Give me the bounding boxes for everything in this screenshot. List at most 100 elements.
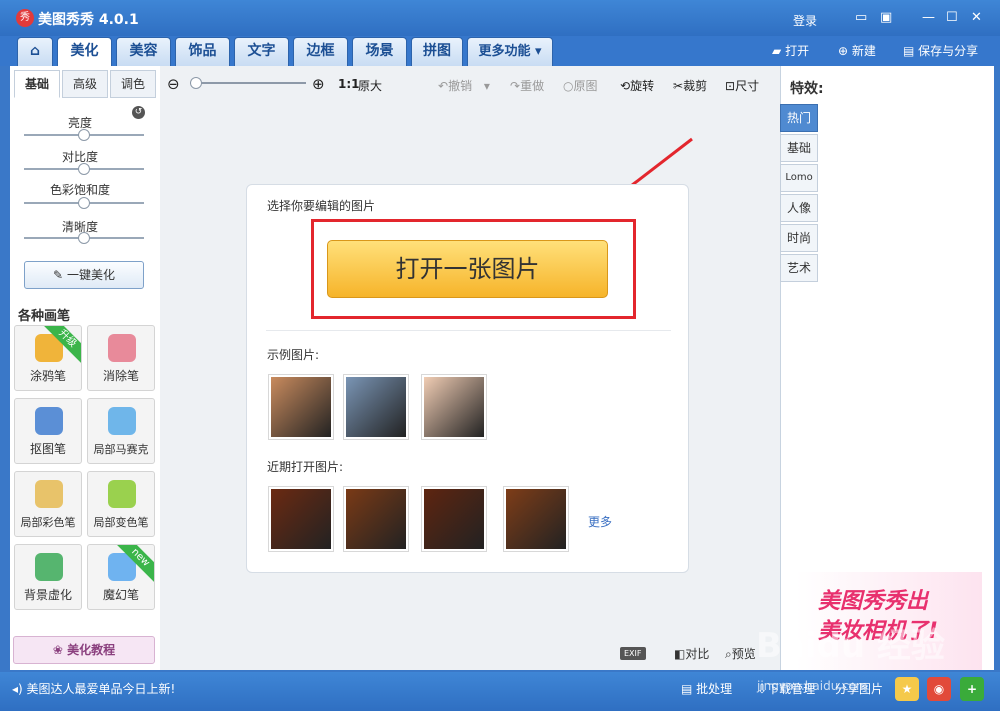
effect-tab-hot[interactable]: 热门 bbox=[780, 104, 818, 132]
mosaic-icon bbox=[108, 407, 136, 435]
tab-makeup[interactable]: 美容 bbox=[116, 37, 171, 66]
sample-thumbnail[interactable] bbox=[421, 374, 487, 440]
tab-text[interactable]: 文字 bbox=[234, 37, 289, 66]
folder-icon: ▰ bbox=[772, 44, 782, 58]
preview-button[interactable]: ⌕预览 bbox=[725, 645, 756, 662]
blur-icon bbox=[35, 553, 63, 581]
new-action[interactable]: ⊕ 新建 bbox=[838, 42, 876, 59]
actual-ratio-label[interactable]: 1:1 bbox=[338, 77, 360, 91]
star-icon[interactable]: ★ bbox=[895, 677, 919, 701]
tab-beautify[interactable]: 美化 bbox=[57, 37, 112, 66]
recent-thumbnail[interactable] bbox=[268, 486, 334, 552]
sample-thumbnail[interactable] bbox=[343, 374, 409, 440]
sample-thumbnail[interactable] bbox=[268, 374, 334, 440]
weibo-icon[interactable]: ◉ bbox=[927, 677, 951, 701]
brush-doodle[interactable]: 升级 涂鸦笔 bbox=[14, 325, 82, 391]
effect-tab-basic[interactable]: 基础 bbox=[780, 134, 818, 162]
original-size-button[interactable]: 原大 bbox=[358, 77, 382, 94]
effect-tab-portrait[interactable]: 人像 bbox=[780, 194, 818, 222]
open-image-button[interactable]: 打开一张图片 bbox=[327, 240, 608, 298]
promo-line-1: 美图秀秀出 bbox=[818, 589, 929, 614]
recent-thumbnail[interactable] bbox=[421, 486, 487, 552]
title-bar bbox=[0, 0, 1000, 36]
news-text: 美图达人最爱单品今日上新! bbox=[26, 682, 176, 696]
contrast-slider[interactable] bbox=[24, 163, 144, 175]
more-link[interactable]: 更多 bbox=[588, 513, 612, 530]
compare-button[interactable]: ◧对比 bbox=[674, 645, 709, 662]
open-action[interactable]: ▰ 打开 bbox=[772, 42, 809, 59]
batch-icon: ▤ bbox=[681, 682, 693, 696]
effect-tab-lomo[interactable]: Lomo bbox=[780, 164, 818, 192]
tab-frame[interactable]: 边框 bbox=[293, 37, 348, 66]
effect-tab-fashion[interactable]: 时尚 bbox=[780, 224, 818, 252]
compare-label: 对比 bbox=[685, 647, 710, 661]
batch-button[interactable]: ▤ 批处理 bbox=[681, 680, 732, 697]
sharpness-slider[interactable] bbox=[24, 232, 144, 244]
undo-button[interactable]: ↶撤销 ▾ bbox=[438, 77, 490, 94]
brightness-slider[interactable] bbox=[24, 129, 144, 141]
chevron-down-icon: ▾ bbox=[535, 44, 542, 59]
exif-button[interactable]: EXIF bbox=[620, 647, 646, 660]
wand-icon: ✎ bbox=[53, 268, 64, 282]
brush-mosaic[interactable]: 局部马赛克 bbox=[87, 398, 155, 464]
brush-label: 抠图笔 bbox=[29, 442, 66, 456]
brush-local-color[interactable]: 局部彩色笔 bbox=[14, 471, 82, 537]
brush-color-change[interactable]: 局部变色笔 bbox=[87, 471, 155, 537]
recent-thumbnail[interactable] bbox=[503, 486, 569, 552]
compare-icon: ◧ bbox=[674, 647, 686, 661]
login-link[interactable]: 登录 bbox=[793, 12, 817, 29]
app-logo: 秀 bbox=[16, 9, 34, 27]
tab-more-label: 更多功能 bbox=[478, 44, 531, 59]
size-button[interactable]: ⊡尺寸 bbox=[725, 77, 759, 94]
brush-label: 局部马赛克 bbox=[93, 443, 149, 456]
brush-cutout[interactable]: 抠图笔 bbox=[14, 398, 82, 464]
saturation-slider[interactable] bbox=[24, 197, 144, 209]
redo-label: 重做 bbox=[520, 79, 545, 93]
effects-title: 特效: bbox=[790, 81, 824, 97]
chat-icon[interactable]: ▭ bbox=[855, 10, 867, 25]
tab-more-functions[interactable]: 更多功能 ▾ bbox=[467, 37, 553, 66]
subtab-basic[interactable]: 基础 bbox=[14, 70, 60, 98]
slider-knob[interactable] bbox=[78, 163, 90, 175]
maximize-icon[interactable]: ☐ bbox=[946, 10, 958, 25]
redo-button[interactable]: ↷重做 bbox=[510, 77, 544, 94]
close-icon[interactable]: ✕ bbox=[971, 10, 982, 25]
beautify-tutorial-button[interactable]: ❀ 美化教程 bbox=[13, 636, 155, 664]
slider-knob[interactable] bbox=[78, 129, 90, 141]
original-button[interactable]: ○原图 bbox=[563, 77, 598, 94]
tab-scene[interactable]: 场景 bbox=[352, 37, 407, 66]
zoom-out-icon[interactable]: ⊖ bbox=[167, 75, 180, 93]
zoom-knob[interactable] bbox=[190, 77, 202, 89]
tab-accessories[interactable]: 饰品 bbox=[175, 37, 230, 66]
subtab-color[interactable]: 调色 bbox=[110, 70, 156, 98]
original-label: 原图 bbox=[573, 79, 598, 93]
zoom-slider[interactable] bbox=[190, 77, 306, 89]
crop-label: 裁剪 bbox=[683, 79, 708, 93]
recent-thumbnail[interactable] bbox=[343, 486, 409, 552]
eraser-icon bbox=[108, 334, 136, 362]
save-icon: ▤ bbox=[903, 44, 915, 58]
brush-label: 背景虚化 bbox=[23, 588, 72, 602]
zoom-in-icon[interactable]: ⊕ bbox=[312, 75, 325, 93]
tab-collage[interactable]: 拼图 bbox=[411, 37, 463, 66]
paintbrush-icon bbox=[35, 480, 63, 508]
rotate-button[interactable]: ⟲旋转 bbox=[620, 77, 654, 94]
slider-knob[interactable] bbox=[78, 197, 90, 209]
crop-button[interactable]: ✂裁剪 bbox=[673, 77, 707, 94]
save-share-action[interactable]: ▤ 保存与分享 bbox=[903, 42, 978, 59]
add-icon[interactable]: + bbox=[960, 677, 984, 701]
brush-blur-background[interactable]: 背景虚化 bbox=[14, 544, 82, 610]
saturation-label: 色彩饱和度 bbox=[49, 183, 110, 197]
one-click-beautify-button[interactable]: ✎ 一键美化 bbox=[24, 261, 144, 289]
rotate-icon: ⟲ bbox=[620, 79, 631, 93]
effect-tab-art[interactable]: 艺术 bbox=[780, 254, 818, 282]
subtab-advanced[interactable]: 高级 bbox=[62, 70, 108, 98]
open-label: 打开 bbox=[785, 44, 810, 58]
minimize-icon[interactable]: — bbox=[922, 10, 935, 25]
brush-magic[interactable]: new 魔幻笔 bbox=[87, 544, 155, 610]
slider-knob[interactable] bbox=[78, 232, 90, 244]
brush-eraser[interactable]: 消除笔 bbox=[87, 325, 155, 391]
menu-icon[interactable]: ▣ bbox=[880, 10, 892, 25]
news-ticker[interactable]: ◂) 美图达人最爱单品今日上新! bbox=[12, 680, 175, 697]
home-tab[interactable]: ⌂ bbox=[17, 37, 53, 66]
